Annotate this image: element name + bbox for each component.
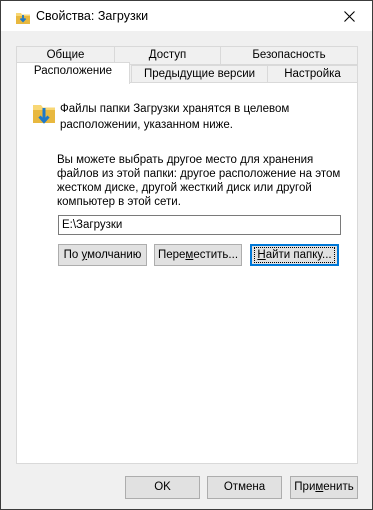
downloads-folder-icon	[16, 13, 30, 24]
title-bar: Свойства: Загрузки	[1, 1, 372, 31]
location-panel: Файлы папки Загрузки хранятся в целевом …	[16, 82, 358, 464]
button-label-accel: Н	[257, 249, 266, 261]
ok-button[interactable]: OK	[125, 476, 200, 499]
tab-security[interactable]: Безопасность	[220, 46, 358, 65]
window-title: Свойства: Загрузки	[36, 9, 149, 23]
close-icon	[343, 10, 355, 22]
move-button[interactable]: Переместить...	[154, 244, 242, 266]
location-description: Вы можете выбрать другое место для хране…	[57, 154, 341, 208]
button-label: енить	[323, 481, 354, 493]
apply-button[interactable]: Применить	[290, 476, 358, 499]
properties-dialog: Свойства: Загрузки Общие Доступ Безопасн…	[0, 0, 373, 510]
restore-default-button[interactable]: По умолчанию	[58, 244, 147, 266]
downloads-folder-icon	[33, 105, 55, 124]
button-label: По	[63, 249, 82, 261]
cancel-button[interactable]: Отмена	[207, 476, 282, 499]
location-path-field[interactable]	[58, 215, 341, 235]
button-label: естить...	[193, 249, 239, 261]
tab-location-active[interactable]: Расположение	[16, 62, 130, 84]
button-label: молчанию	[87, 249, 142, 261]
button-label: При	[294, 481, 316, 493]
find-folder-button[interactable]: Найти папку...	[250, 244, 339, 266]
close-button[interactable]	[326, 1, 372, 31]
tab-sharing[interactable]: Доступ	[114, 46, 221, 65]
location-info-text: Файлы папки Загрузки хранятся в целевом …	[60, 103, 290, 131]
button-label: Пере	[157, 249, 186, 261]
focus-rect: Найти папку...	[254, 247, 335, 263]
button-label: айти папку...	[265, 249, 332, 261]
